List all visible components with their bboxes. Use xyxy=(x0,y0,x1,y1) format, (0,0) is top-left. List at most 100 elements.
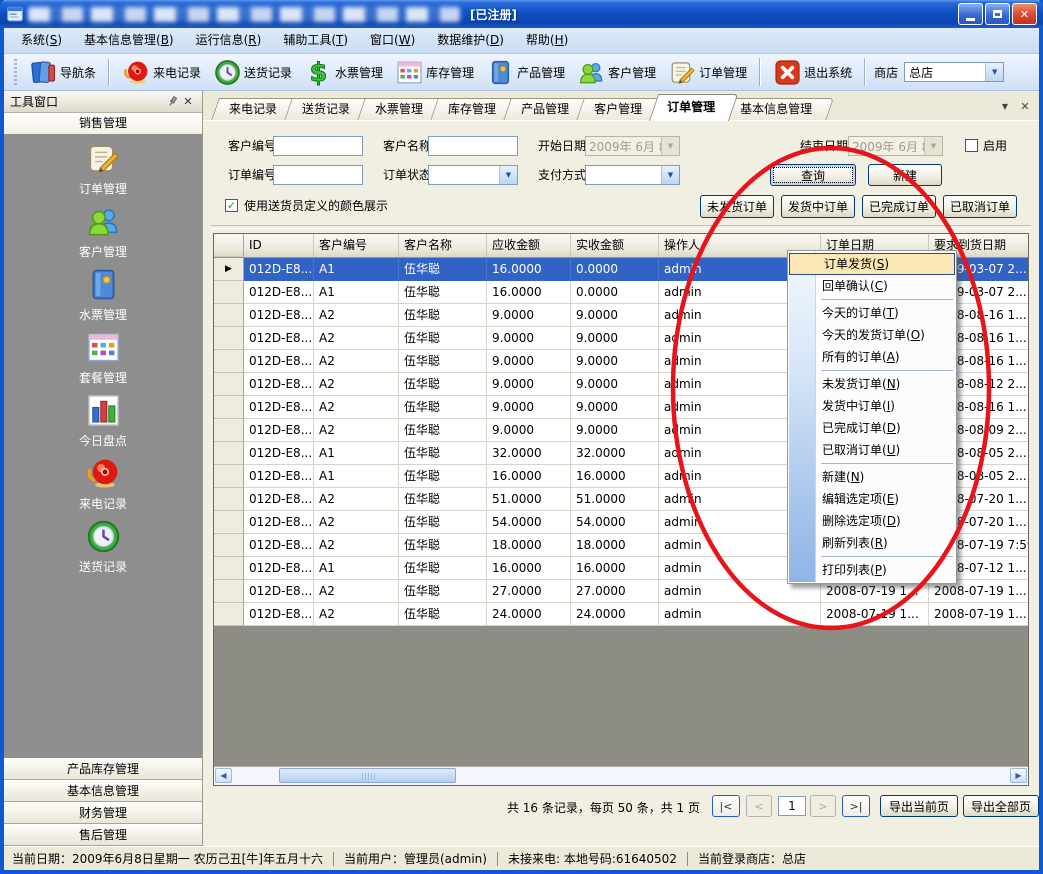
table-cell[interactable]: 伍华聪 xyxy=(399,350,487,373)
toolbar-button-book[interactable]: 产品管理 xyxy=(481,56,570,89)
menubar-item[interactable]: 基本信息管理(B) xyxy=(73,28,185,53)
table-cell[interactable]: 012D-E8... xyxy=(244,465,314,488)
table-cell[interactable]: 0.0000 xyxy=(571,258,659,281)
row-selector[interactable] xyxy=(214,557,244,580)
menu-item[interactable]: 删除选定项(D) xyxy=(788,510,956,532)
table-cell[interactable]: 012D-E8... xyxy=(244,373,314,396)
start-date-picker[interactable]: 2009年 6月 8日 ▼ xyxy=(585,136,680,156)
row-selector[interactable]: ▶ xyxy=(214,258,244,281)
table-cell[interactable]: 16.0000 xyxy=(571,557,659,580)
page-number-input[interactable] xyxy=(778,796,806,816)
table-cell[interactable]: 012D-E8... xyxy=(244,419,314,442)
status-filter-button-1[interactable]: 发货中订单 xyxy=(781,195,855,218)
table-cell[interactable]: 9.0000 xyxy=(487,350,571,373)
tab-dropdown-icon[interactable]: ▼ xyxy=(997,99,1013,114)
table-cell[interactable]: 012D-E8... xyxy=(244,580,314,603)
row-selector[interactable] xyxy=(214,350,244,373)
tab-水票管理[interactable]: 水票管理 xyxy=(357,98,437,121)
menu-item[interactable]: 今天的发货订单(O) xyxy=(788,324,956,346)
sidebar-group-0[interactable]: 产品库存管理 xyxy=(4,758,202,780)
table-cell[interactable]: A2 xyxy=(314,419,399,442)
menubar-item[interactable]: 辅助工具(T) xyxy=(272,28,359,53)
menubar-item[interactable]: 帮助(H) xyxy=(515,28,579,53)
table-cell[interactable]: 54.0000 xyxy=(571,511,659,534)
table-cell[interactable]: 27.0000 xyxy=(571,580,659,603)
sidebar-item-scroll-0[interactable]: 订单管理 xyxy=(4,140,202,200)
customer-name-input[interactable] xyxy=(428,136,518,156)
table-cell[interactable]: 伍华聪 xyxy=(399,534,487,557)
table-cell[interactable]: 012D-E8... xyxy=(244,442,314,465)
menubar-item[interactable]: 系统(S) xyxy=(10,28,73,53)
column-header-客户名称[interactable]: 客户名称 xyxy=(399,234,487,257)
sidebar-close-icon[interactable]: ✕ xyxy=(180,94,196,110)
shop-select[interactable]: 总店▼ xyxy=(904,62,1004,82)
table-cell[interactable]: 9.0000 xyxy=(571,327,659,350)
menu-item[interactable]: 回单确认(C) xyxy=(788,275,956,297)
table-cell[interactable]: 2008-07-19 1... xyxy=(821,603,929,626)
toolbar-button-bell[interactable]: 来电记录 xyxy=(117,56,206,89)
column-header-应收金额[interactable]: 应收金额 xyxy=(487,234,571,257)
table-cell[interactable]: 9.0000 xyxy=(487,327,571,350)
scroll-right-icon[interactable]: ▶ xyxy=(1010,768,1027,783)
table-cell[interactable]: 伍华聪 xyxy=(399,488,487,511)
sidebar-item-bell-5[interactable]: 来电记录 xyxy=(4,455,202,515)
row-selector[interactable] xyxy=(214,419,244,442)
menu-item[interactable]: 新建(N) xyxy=(788,466,956,488)
table-cell[interactable]: 伍华聪 xyxy=(399,396,487,419)
menu-item[interactable]: 订单发货(S) xyxy=(789,253,955,275)
table-cell[interactable]: 012D-E8... xyxy=(244,304,314,327)
table-cell[interactable]: 18.0000 xyxy=(487,534,571,557)
table-cell[interactable]: 27.0000 xyxy=(487,580,571,603)
menubar-item[interactable]: 数据维护(D) xyxy=(426,28,515,53)
create-button[interactable]: 新建 xyxy=(868,164,942,186)
row-selector[interactable] xyxy=(214,603,244,626)
enable-checkbox[interactable] xyxy=(965,139,978,152)
last-page-button[interactable]: >| xyxy=(842,795,870,817)
table-cell[interactable]: 51.0000 xyxy=(487,488,571,511)
sidebar-group-sales[interactable]: 销售管理 xyxy=(4,113,202,135)
table-cell[interactable]: 伍华聪 xyxy=(399,419,487,442)
tab-来电记录[interactable]: 来电记录 xyxy=(211,98,291,121)
tab-送货记录[interactable]: 送货记录 xyxy=(284,98,364,121)
scrollbar-thumb[interactable] xyxy=(279,768,456,783)
menu-item[interactable]: 今天的订单(T) xyxy=(788,302,956,324)
table-cell[interactable]: 伍华聪 xyxy=(399,557,487,580)
toolbar-button-grid[interactable]: 库存管理 xyxy=(390,56,479,89)
tab-客户管理[interactable]: 客户管理 xyxy=(576,98,656,121)
toolbar-button-clock[interactable]: 送货记录 xyxy=(208,56,297,89)
table-cell[interactable]: 18.0000 xyxy=(571,534,659,557)
table-cell[interactable]: 012D-E8... xyxy=(244,258,314,281)
tab-库存管理[interactable]: 库存管理 xyxy=(430,98,510,121)
table-cell[interactable]: A2 xyxy=(314,373,399,396)
table-cell[interactable]: A1 xyxy=(314,258,399,281)
table-cell[interactable]: 0.0000 xyxy=(571,281,659,304)
table-cell[interactable]: 16.0000 xyxy=(571,465,659,488)
table-cell[interactable]: 伍华聪 xyxy=(399,281,487,304)
table-cell[interactable]: 伍华聪 xyxy=(399,373,487,396)
table-cell[interactable]: A2 xyxy=(314,534,399,557)
table-row[interactable]: 012D-E8...A2伍华聪24.000024.0000admin2008-0… xyxy=(214,603,1028,626)
table-cell[interactable]: 32.0000 xyxy=(487,442,571,465)
tab-基本信息管理[interactable]: 基本信息管理 xyxy=(722,98,826,121)
table-cell[interactable]: admin xyxy=(659,603,821,626)
row-selector[interactable] xyxy=(214,465,244,488)
table-cell[interactable]: 012D-E8... xyxy=(244,534,314,557)
table-cell[interactable]: 9.0000 xyxy=(487,396,571,419)
table-cell[interactable]: A1 xyxy=(314,557,399,580)
scroll-left-icon[interactable]: ◀ xyxy=(215,768,232,783)
table-cell[interactable]: A2 xyxy=(314,603,399,626)
menu-item[interactable]: 编辑选定项(E) xyxy=(788,488,956,510)
row-selector[interactable] xyxy=(214,534,244,557)
order-no-input[interactable] xyxy=(273,165,363,185)
table-cell[interactable]: 51.0000 xyxy=(571,488,659,511)
pin-icon[interactable] xyxy=(164,94,180,110)
query-button[interactable]: 查询 xyxy=(770,164,856,186)
table-cell[interactable]: A2 xyxy=(314,396,399,419)
menubar-item[interactable]: 运行信息(R) xyxy=(185,28,273,53)
table-cell[interactable]: 32.0000 xyxy=(571,442,659,465)
table-cell[interactable]: 012D-E8... xyxy=(244,488,314,511)
table-cell[interactable]: 012D-E8... xyxy=(244,281,314,304)
tab-订单管理[interactable]: 订单管理 xyxy=(649,94,729,121)
minimize-button[interactable] xyxy=(958,3,983,25)
export-current-page-button[interactable]: 导出当前页 xyxy=(880,795,958,817)
